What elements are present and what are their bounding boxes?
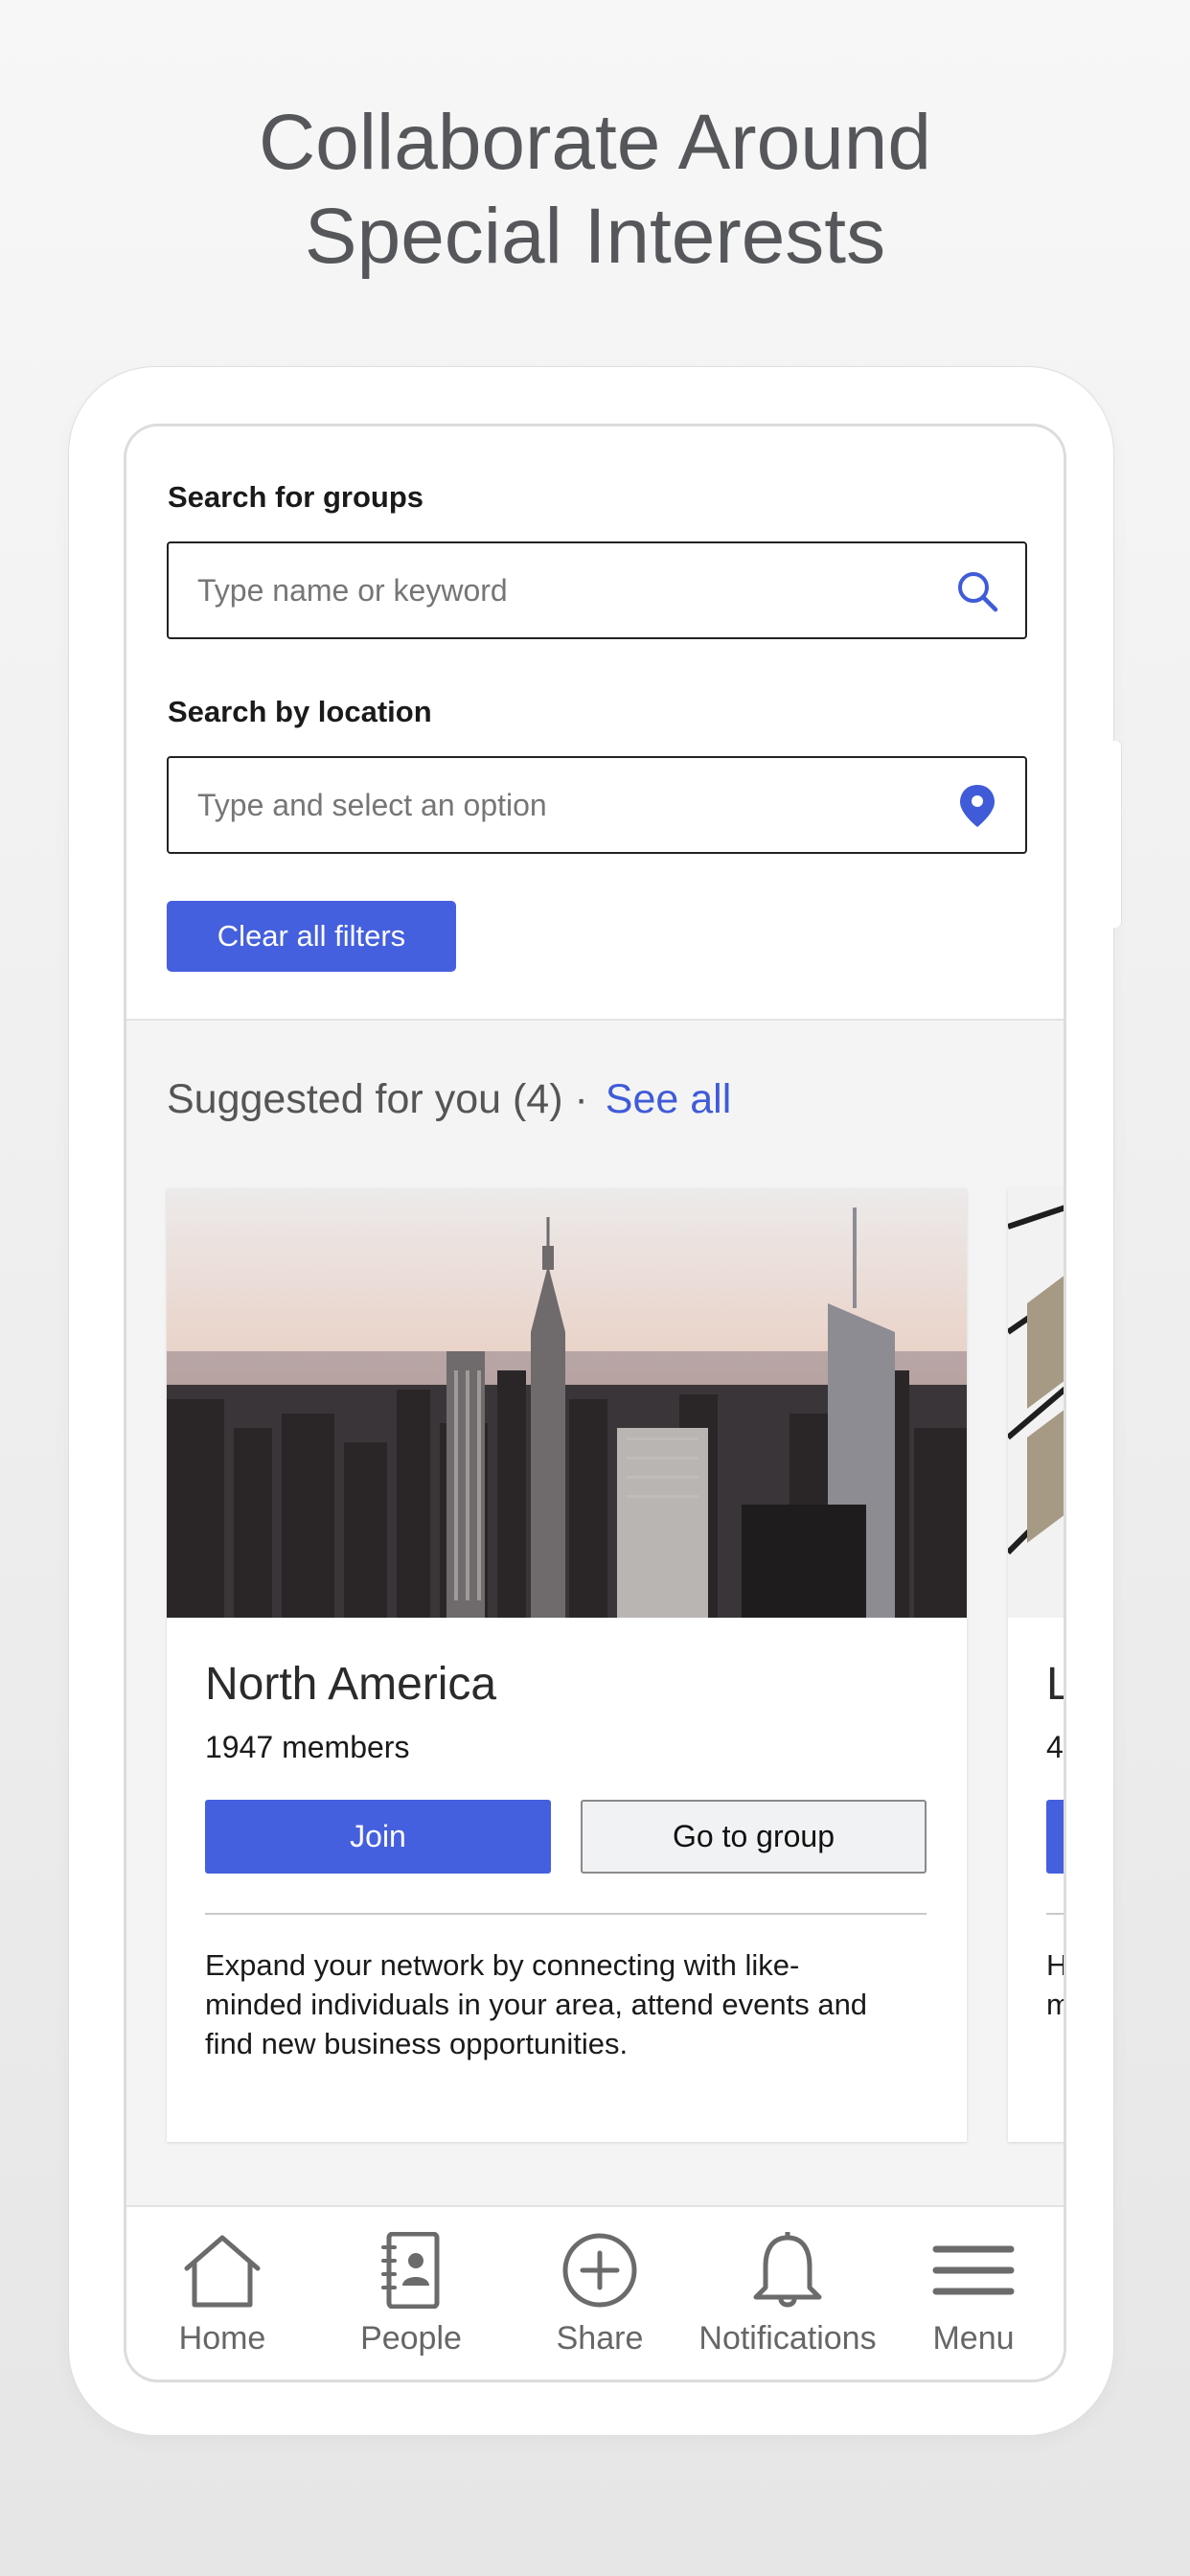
card-divider [1046, 1913, 1064, 1915]
group-search-label: Search for groups [168, 480, 423, 514]
plus-circle-icon[interactable] [557, 2232, 643, 2309]
tab-people-label: People [360, 2320, 462, 2357]
search-icon[interactable] [954, 568, 1000, 614]
tab-share[interactable]: Share [504, 2232, 696, 2358]
headline-line-1: Collaborate Around [258, 99, 932, 186]
tab-home-label: Home [178, 2320, 266, 2357]
suggested-header: Suggested for you (4) · See all [167, 1076, 731, 1123]
card-divider [205, 1913, 927, 1915]
home-icon[interactable] [179, 2232, 265, 2309]
group-title[interactable]: L [1046, 1658, 1064, 1711]
tab-notifications-label: Notifications [698, 2320, 877, 2357]
bell-icon[interactable] [744, 2232, 831, 2309]
filter-panel: Search for groups Search by location Cle… [126, 426, 1064, 1021]
location-pin-icon[interactable] [954, 777, 1000, 835]
hamburger-icon[interactable] [930, 2232, 1017, 2309]
headline-line-2: Special Interests [304, 193, 886, 280]
architecture-image [1008, 1188, 1064, 1618]
group-card[interactable]: North America 1947 members Join Go to gr… [167, 1188, 967, 2142]
join-button[interactable] [1046, 1800, 1064, 1874]
group-search-input[interactable] [197, 543, 945, 637]
bottom-tab-bar: Home People Share Notifications Menu [126, 2205, 1064, 2380]
group-search-field[interactable] [167, 541, 1027, 639]
headline: Collaborate Around Special Interests [0, 96, 1190, 284]
app-screen: Search for groups Search by location Cle… [124, 424, 1066, 2382]
tab-menu-label: Menu [932, 2320, 1015, 2357]
location-search-label: Search by location [168, 695, 432, 728]
member-count: 1947 members [205, 1730, 410, 1764]
tab-notifications[interactable]: Notifications [692, 2232, 883, 2358]
group-card-partial[interactable]: L 4 H m [1008, 1188, 1066, 2142]
tab-home[interactable]: Home [126, 2232, 318, 2358]
contacts-icon[interactable] [368, 2232, 454, 2309]
group-description: Expand your network by connecting with l… [205, 1948, 868, 2060]
city-skyline-image [167, 1188, 967, 1618]
location-search-input[interactable] [197, 758, 945, 852]
join-button[interactable]: Join [205, 1800, 551, 1874]
tab-people[interactable]: People [315, 2232, 507, 2358]
clear-filters-button[interactable]: Clear all filters [167, 901, 456, 972]
phone-side-button [1111, 741, 1121, 928]
tab-menu[interactable]: Menu [878, 2232, 1064, 2358]
suggested-heading: Suggested for you (4) · [167, 1076, 588, 1122]
group-title[interactable]: North America [205, 1658, 496, 1711]
see-all-link[interactable]: See all [606, 1076, 731, 1122]
member-count: 4 [1046, 1730, 1064, 1764]
location-search-field[interactable] [167, 756, 1027, 854]
group-description: H m [1046, 1948, 1066, 2021]
tab-share-label: Share [556, 2320, 644, 2357]
go-to-group-button[interactable]: Go to group [581, 1800, 927, 1874]
